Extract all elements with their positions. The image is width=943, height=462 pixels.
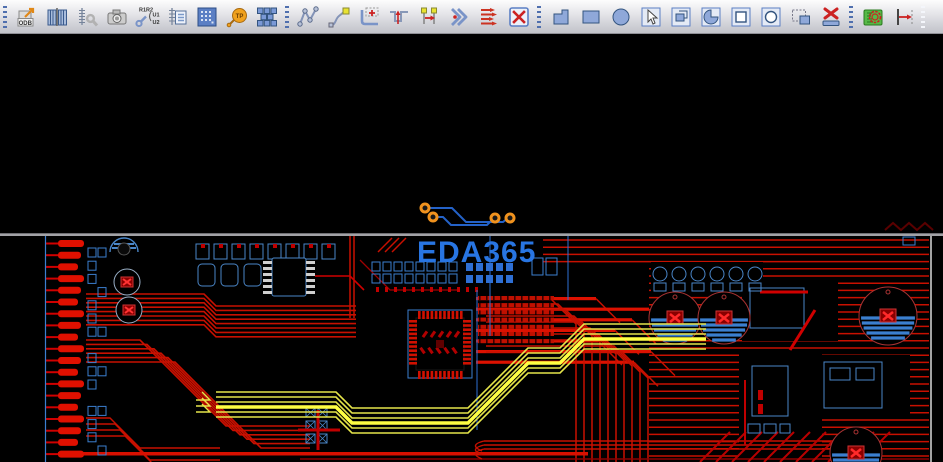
shape-delete-icon <box>822 7 840 26</box>
shape-circle-icon <box>612 8 630 25</box>
pad-array-button[interactable] <box>252 2 282 32</box>
rename-refdes-icon: R1R2 U1 U2 <box>135 7 160 27</box>
design-report-icon <box>169 7 187 25</box>
shape-delete-button[interactable] <box>816 2 846 32</box>
shape-region-icon <box>792 9 810 24</box>
toolbar-drag-handle[interactable] <box>849 5 853 28</box>
dimension-button[interactable] <box>888 2 918 32</box>
shape-rect-outline-button[interactable] <box>726 2 756 32</box>
pcb-layout <box>0 236 943 462</box>
shape-arc-icon <box>701 7 721 26</box>
refdes-bot-label: U2 <box>153 20 160 26</box>
board-status-button[interactable] <box>858 2 888 32</box>
shape-select-icon <box>641 7 661 26</box>
design-tools-icon <box>79 7 99 26</box>
testpoint-button[interactable]: TP <box>222 2 252 32</box>
pin-swap-route-button[interactable] <box>414 2 444 32</box>
design-tools-button[interactable] <box>72 2 102 32</box>
toolbar-group-route <box>294 2 534 32</box>
design-report-button[interactable] <box>162 2 192 32</box>
fanout-grid-button[interactable] <box>192 2 222 32</box>
gloss-route-button[interactable] <box>444 2 474 32</box>
gloss-route-icon <box>451 7 468 26</box>
rename-refdes-button[interactable]: R1R2 U1 U2 <box>132 2 162 32</box>
toolbar-group-board <box>858 2 918 32</box>
auto-route-icon <box>481 7 497 25</box>
toolbar-drag-handle[interactable] <box>537 5 541 28</box>
odb-export-button[interactable]: ODB <box>12 2 42 32</box>
shape-circle-outline-icon <box>761 7 781 26</box>
route-corner-icon <box>360 7 379 25</box>
snapshot-camera-button[interactable] <box>102 2 132 32</box>
testpoint-icon: TP <box>226 7 247 27</box>
shape-circle-outline-button[interactable] <box>756 2 786 32</box>
shape-polygon-icon <box>553 9 569 24</box>
artwork-films-button[interactable] <box>42 2 72 32</box>
curved-route-button[interactable] <box>324 2 354 32</box>
toolbar-drag-handle[interactable] <box>285 5 289 28</box>
fanout-grid-icon <box>197 7 217 26</box>
pcb-art-svg: EDA365 <box>0 236 943 462</box>
artwork-films-icon <box>47 7 67 26</box>
pcb-canvas[interactable]: EDA365 <box>0 236 943 462</box>
auto-route-button[interactable] <box>474 2 504 32</box>
route-corner-button[interactable] <box>354 2 384 32</box>
faint-trace-zigzag <box>884 221 934 232</box>
curved-route-icon <box>328 7 350 27</box>
shape-region-button[interactable] <box>786 2 816 32</box>
refdes-mid-label: U1 <box>153 12 160 18</box>
odb-label: ODB <box>19 20 33 26</box>
pcb-editor-window: ODB R1R2 U1 U2 TP EDA365 <box>0 0 943 462</box>
delay-tune-icon <box>390 10 408 24</box>
testpoint-label: TP <box>236 14 244 20</box>
odb-export-icon: ODB <box>17 7 35 26</box>
watermark: EDA365 <box>417 236 536 269</box>
toolbar-drag-handle[interactable] <box>921 5 925 28</box>
shape-copy-button[interactable] <box>666 2 696 32</box>
via <box>419 202 516 224</box>
shape-rect-button[interactable] <box>576 2 606 32</box>
shape-circle-button[interactable] <box>606 2 636 32</box>
delay-tune-button[interactable] <box>384 2 414 32</box>
toolbar-group-shape <box>546 2 846 32</box>
main-toolbar: ODB R1R2 U1 U2 TP <box>0 0 943 34</box>
toolbar-drag-handle[interactable] <box>3 5 7 28</box>
shape-arc-button[interactable] <box>696 2 726 32</box>
routed-net[interactable] <box>419 202 516 226</box>
polyline-route-icon <box>297 5 319 27</box>
snapshot-camera-icon <box>107 9 127 24</box>
shape-polygon-button[interactable] <box>546 2 576 32</box>
delete-route-button[interactable] <box>504 2 534 32</box>
polyline-route-button[interactable] <box>294 2 324 32</box>
pad-array-icon <box>257 7 277 26</box>
delete-route-icon <box>509 6 529 27</box>
shape-copy-icon <box>671 7 691 26</box>
routing-canvas[interactable] <box>0 34 943 233</box>
routing-canvas-art <box>419 202 934 232</box>
shape-select-button[interactable] <box>636 2 666 32</box>
board-status-icon <box>863 9 883 25</box>
toolbar-group-file-export: ODB R1R2 U1 U2 TP <box>12 2 282 32</box>
dimension-icon <box>897 8 913 25</box>
shape-rect-icon <box>582 10 600 23</box>
shape-rect-outline-icon <box>731 7 751 26</box>
pin-swap-route-icon <box>421 7 437 24</box>
